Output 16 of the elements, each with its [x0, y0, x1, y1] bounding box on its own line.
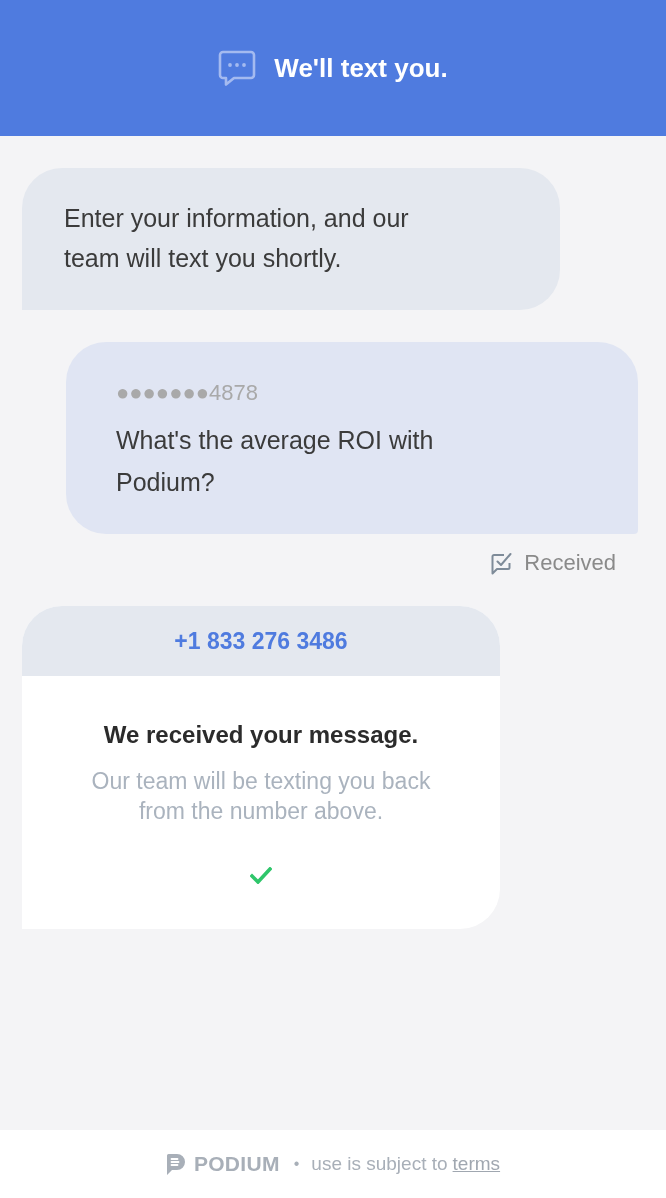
separator-dot: •	[293, 1154, 300, 1174]
terms-link[interactable]: terms	[452, 1150, 501, 1178]
checkmark-icon	[250, 867, 272, 884]
confirmation-text: Our team will be texting you back from the number above.	[90, 767, 432, 826]
message-text: Enter your information, and our team will text you shortly.	[64, 203, 410, 274]
message-check-icon	[491, 551, 513, 575]
confirmation-title: We received your message.	[103, 720, 419, 750]
masked-phone-number: ●●●●●●●4878	[116, 379, 258, 407]
header-title: We'll text you.	[274, 52, 448, 84]
phone-number: +1 833 276 3486	[174, 627, 348, 656]
terms-notice: use is subject to	[311, 1152, 448, 1176]
message-text: What's the average ROI with Podium?	[116, 425, 435, 498]
brand-name: PODIUM	[193, 1151, 280, 1177]
logo-icon	[165, 1152, 186, 1176]
chat-bubble-icon	[218, 50, 257, 86]
status-label: Received	[524, 549, 616, 577]
